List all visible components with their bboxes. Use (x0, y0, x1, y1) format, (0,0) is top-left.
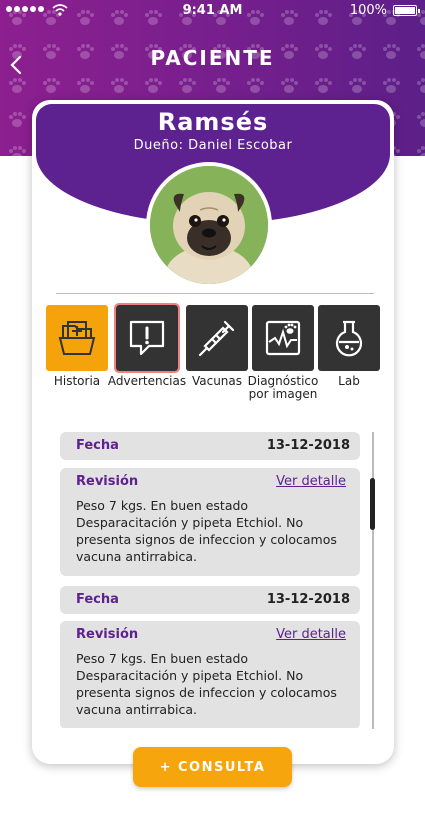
page-title: PACIENTE (150, 46, 275, 70)
warning-chat-icon (129, 320, 165, 356)
date-row: Fecha 13-12-2018 (60, 586, 360, 614)
menu-tile[interactable] (46, 305, 108, 371)
review-text: Peso 7 kgs. En buen estado Desparacitaci… (76, 498, 337, 564)
view-detail-link[interactable]: Ver detalle (276, 627, 346, 642)
flask-icon (335, 320, 363, 357)
review-card: Revisión Ver detalle Peso 7 kgs. En buen… (60, 468, 360, 576)
menu-tile[interactable] (186, 305, 248, 371)
avatar (146, 162, 272, 288)
xray-paw-icon (265, 320, 301, 356)
scrollbar-track[interactable] (372, 432, 374, 729)
menu-tile[interactable] (252, 305, 314, 371)
menu-item-lab[interactable]: Lab (318, 305, 384, 405)
owner-name: Dueño: Daniel Escobar (133, 138, 293, 153)
menu-item-diagnostico[interactable]: Diagnóstico por imagen (248, 305, 318, 405)
review-card: Revisión Ver detalle Peso 7 kgs. En buen… (60, 621, 360, 728)
section-menu: Historia Advertencias Vacunas Diagnóstic… (44, 303, 384, 405)
date-label: Fecha (76, 592, 119, 607)
menu-item-historia[interactable]: Historia (46, 305, 112, 405)
pug-image (150, 166, 268, 284)
pet-name: Ramsés (157, 108, 269, 136)
date-value: 13-12-2018 (266, 438, 350, 453)
patient-screen: 9:41 AM 100% PACIENTE Ramsés Dueño: Dani… (0, 0, 425, 822)
divider (56, 293, 374, 294)
menu-item-advertencias[interactable]: Advertencias (108, 303, 186, 405)
scrollbar-thumb[interactable] (370, 478, 375, 530)
date-label: Fecha (76, 438, 119, 453)
review-label: Revisión (76, 474, 139, 489)
menu-label: Lab (338, 374, 360, 388)
pet-photo (150, 166, 268, 284)
menu-tile[interactable] (318, 305, 380, 371)
battery-percent: 100% (349, 3, 387, 18)
date-value: 13-12-2018 (266, 592, 350, 607)
menu-tile[interactable] (114, 303, 180, 373)
battery-icon (393, 5, 420, 16)
clinical-folder-icon (58, 321, 96, 355)
syringe-icon (198, 320, 235, 357)
view-detail-link[interactable]: Ver detalle (276, 474, 346, 489)
review-text: Peso 7 kgs. En buen estado Desparacitaci… (76, 651, 337, 717)
patient-card: Ramsés Dueño: Daniel Escobar Historia Ad… (32, 100, 394, 764)
records-list[interactable]: Fecha 13-12-2018 Revisión Ver detalle Pe… (58, 428, 362, 728)
status-bar: 9:41 AM 100% (0, 0, 425, 22)
new-consultation-button[interactable]: + CONSULTA (133, 747, 292, 787)
review-label: Revisión (76, 627, 139, 642)
date-row: Fecha 13-12-2018 (60, 432, 360, 460)
